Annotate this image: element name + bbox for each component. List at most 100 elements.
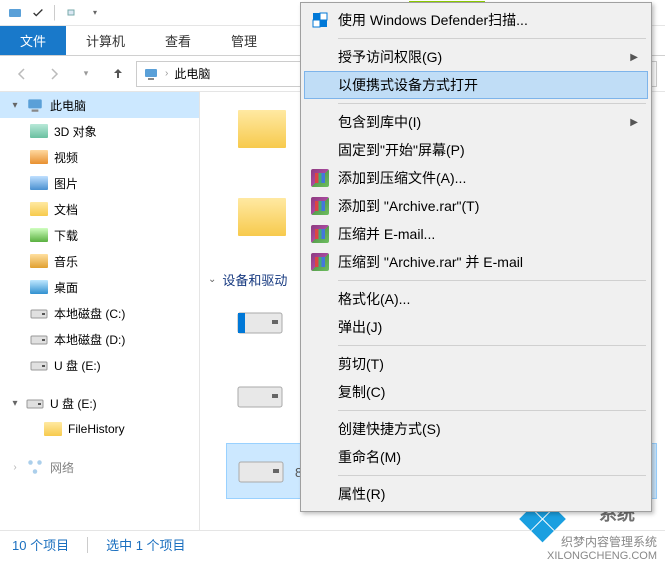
menu-item-copy[interactable]: 复制(C) bbox=[304, 378, 648, 406]
menu-item-properties[interactable]: 属性(R) bbox=[304, 480, 648, 508]
menu-item-label: 弹出(J) bbox=[338, 317, 382, 337]
menu-item-label: 压缩并 E-mail... bbox=[338, 224, 435, 244]
sidebar-item-downloads[interactable]: 下载 bbox=[0, 222, 199, 248]
folder-videos-icon bbox=[30, 148, 48, 166]
app-icon bbox=[4, 2, 26, 24]
sidebar-item-label: 网络 bbox=[50, 459, 74, 476]
menu-item-compress-email[interactable]: 压缩并 E-mail... bbox=[304, 220, 648, 248]
menu-item-add-archive-rar[interactable]: 添加到 "Archive.rar"(T) bbox=[304, 192, 648, 220]
sidebar-item-label: 文档 bbox=[54, 201, 78, 218]
nav-forward-button[interactable] bbox=[40, 60, 68, 88]
nav-back-button[interactable] bbox=[8, 60, 36, 88]
sidebar-item-pictures[interactable]: 图片 bbox=[0, 170, 199, 196]
usb-drive-icon bbox=[237, 454, 285, 488]
menu-item-label: 使用 Windows Defender扫描... bbox=[338, 10, 528, 30]
sidebar-item-local-disk-c[interactable]: 本地磁盘 (C:) bbox=[0, 300, 199, 326]
folder-documents-icon bbox=[30, 200, 48, 218]
folder-item[interactable] bbox=[238, 110, 286, 148]
sidebar-item-label: 此电脑 bbox=[50, 97, 86, 114]
menu-item-grant-access[interactable]: 授予访问权限(G) ▶ bbox=[304, 43, 648, 71]
menu-item-open-portable[interactable]: 以便携式设备方式打开 bbox=[304, 71, 648, 99]
sidebar-item-this-pc[interactable]: ▾ 此电脑 bbox=[0, 92, 199, 118]
sidebar-item-label: 图片 bbox=[54, 175, 78, 192]
usb-drive-icon bbox=[30, 356, 48, 374]
sidebar-item-label: U 盘 (E:) bbox=[54, 357, 101, 374]
menu-item-rename[interactable]: 重命名(M) bbox=[304, 443, 648, 471]
nav-up-button[interactable] bbox=[104, 60, 132, 88]
menu-separator bbox=[338, 345, 646, 346]
pc-icon bbox=[143, 66, 159, 82]
menu-item-label: 包含到库中(I) bbox=[338, 112, 421, 132]
address-location: 此电脑 bbox=[174, 65, 210, 82]
tab-computer[interactable]: 计算机 bbox=[66, 26, 145, 55]
sidebar-item-udisk-e[interactable]: U 盘 (E:) bbox=[0, 352, 199, 378]
nav-recent-dropdown[interactable]: ▾ bbox=[72, 60, 100, 88]
sidebar: ▾ 此电脑 3D 对象 视频 图片 文档 下载 音乐 bbox=[0, 92, 200, 530]
menu-item-format[interactable]: 格式化(A)... bbox=[304, 285, 648, 313]
winrar-icon bbox=[310, 224, 330, 244]
folder-pictures-icon bbox=[30, 174, 48, 192]
sidebar-item-videos[interactable]: 视频 bbox=[0, 144, 199, 170]
sidebar-item-label: 音乐 bbox=[54, 253, 78, 270]
qat-dropdown-icon[interactable] bbox=[59, 2, 83, 24]
menu-separator bbox=[338, 280, 646, 281]
menu-item-label: 格式化(A)... bbox=[338, 289, 410, 309]
sidebar-item-label: 桌面 bbox=[54, 279, 78, 296]
sidebar-item-music[interactable]: 音乐 bbox=[0, 248, 199, 274]
chevron-down-icon: ▾ bbox=[10, 398, 20, 409]
chevron-right-icon: ▶ bbox=[630, 117, 638, 128]
chevron-down-icon: ⌄ bbox=[208, 274, 216, 285]
menu-item-pin-start[interactable]: 固定到"开始"屏幕(P) bbox=[304, 136, 648, 164]
menu-item-compress-rar-email[interactable]: 压缩到 "Archive.rar" 并 E-mail bbox=[304, 248, 648, 276]
winrar-icon bbox=[310, 196, 330, 216]
sidebar-item-3d-objects[interactable]: 3D 对象 bbox=[0, 118, 199, 144]
folder-item[interactable] bbox=[238, 198, 286, 236]
sidebar-item-label: FileHistory bbox=[68, 422, 125, 436]
sidebar-item-local-disk-d[interactable]: 本地磁盘 (D:) bbox=[0, 326, 199, 352]
sidebar-item-filehistory[interactable]: FileHistory bbox=[0, 416, 199, 442]
tab-view[interactable]: 查看 bbox=[145, 26, 211, 55]
sidebar-item-udisk-e-root[interactable]: ▾ U 盘 (E:) bbox=[0, 390, 199, 416]
usb-drive-icon bbox=[26, 394, 44, 412]
menu-item-label: 剪切(T) bbox=[338, 354, 384, 374]
chevron-right-icon: › bbox=[10, 462, 20, 473]
qat-properties-icon[interactable] bbox=[26, 2, 50, 24]
pc-icon bbox=[26, 96, 44, 114]
chevron-right-icon: › bbox=[165, 68, 168, 79]
menu-item-cut[interactable]: 剪切(T) bbox=[304, 350, 648, 378]
menu-separator bbox=[338, 103, 646, 104]
sidebar-item-network[interactable]: › 网络 bbox=[0, 454, 199, 480]
drive-icon bbox=[236, 305, 284, 339]
sidebar-item-documents[interactable]: 文档 bbox=[0, 196, 199, 222]
sidebar-item-label: U 盘 (E:) bbox=[50, 395, 97, 412]
menu-item-eject[interactable]: 弹出(J) bbox=[304, 313, 648, 341]
sidebar-item-label: 3D 对象 bbox=[54, 123, 97, 140]
drive-icon bbox=[236, 379, 284, 413]
menu-item-label: 添加到压缩文件(A)... bbox=[338, 168, 466, 188]
menu-item-label: 以便携式设备方式打开 bbox=[338, 75, 478, 95]
menu-separator bbox=[338, 410, 646, 411]
tab-manage[interactable]: 管理 bbox=[211, 26, 277, 55]
status-items-count: 10 个项目 bbox=[12, 535, 69, 554]
winrar-icon bbox=[310, 168, 330, 188]
menu-item-label: 重命名(M) bbox=[338, 447, 401, 467]
menu-item-defender-scan[interactable]: 使用 Windows Defender扫描... bbox=[304, 6, 648, 34]
context-menu: 使用 Windows Defender扫描... 授予访问权限(G) ▶ 以便携… bbox=[300, 2, 652, 512]
sidebar-item-desktop[interactable]: 桌面 bbox=[0, 274, 199, 300]
menu-item-create-shortcut[interactable]: 创建快捷方式(S) bbox=[304, 415, 648, 443]
menu-item-add-archive[interactable]: 添加到压缩文件(A)... bbox=[304, 164, 648, 192]
folder-desktop-icon bbox=[30, 278, 48, 296]
menu-item-label: 创建快捷方式(S) bbox=[338, 419, 441, 439]
menu-separator bbox=[338, 475, 646, 476]
sidebar-item-label: 本地磁盘 (C:) bbox=[54, 305, 125, 322]
qat-customize-icon[interactable]: ▾ bbox=[83, 2, 107, 24]
menu-item-include-library[interactable]: 包含到库中(I) ▶ bbox=[304, 108, 648, 136]
folder-music-icon bbox=[30, 252, 48, 270]
category-label: 设备和驱动 bbox=[222, 270, 287, 289]
menu-item-label: 属性(R) bbox=[338, 484, 385, 504]
status-separator bbox=[87, 537, 88, 553]
status-selected-count: 选中 1 个项目 bbox=[106, 535, 185, 554]
shield-icon bbox=[310, 10, 330, 30]
drive-icon bbox=[30, 330, 48, 348]
tab-file[interactable]: 文件 bbox=[0, 26, 66, 55]
